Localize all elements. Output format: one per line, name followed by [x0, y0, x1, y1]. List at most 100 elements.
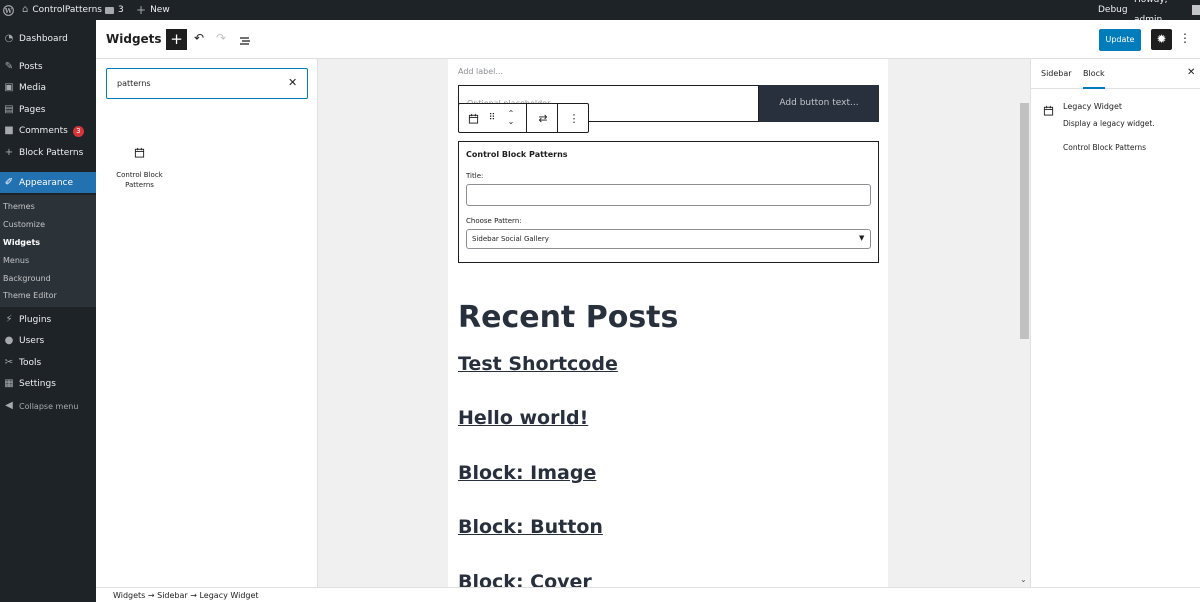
post-link[interactable]: Test Shortcode — [458, 353, 618, 375]
menu-label: Comments — [19, 126, 68, 136]
debug-link[interactable]: Debug — [1098, 0, 1128, 20]
transform-button[interactable]: ⇄ — [531, 104, 555, 132]
search-value: patterns — [117, 79, 151, 88]
redo-button[interactable]: ↷ — [216, 31, 226, 45]
plug-icon: ⚡ — [5, 314, 13, 325]
calendar-icon — [134, 147, 145, 158]
menu-label: Block Patterns — [19, 148, 84, 158]
menu-item-settings[interactable]: ▦ Settings — [0, 374, 96, 394]
tab-block[interactable]: Block — [1083, 59, 1105, 89]
menu-label: Dashboard — [19, 34, 68, 44]
block-breadcrumb-footer: Widgets → Sidebar → Legacy Widget — [96, 587, 1200, 602]
post-link[interactable]: Block: Cover — [458, 571, 592, 587]
widget-name: Control Block Patterns — [1063, 143, 1147, 152]
submenu-item-menus[interactable]: Menus — [3, 256, 29, 265]
wrench-icon: ✂ — [4, 357, 14, 368]
editor-header: Widgets + ↶ ↷ Update ✹ ⋮ — [96, 20, 1200, 59]
redo-icon: ↷ — [216, 31, 227, 45]
menu-item-posts[interactable]: ✎ Posts — [0, 57, 96, 77]
menu-item-block-patterns[interactable]: + Block Patterns — [0, 143, 96, 163]
site-name-link[interactable]: ⌂ ControlPatterns — [22, 0, 102, 20]
update-button[interactable]: Update — [1099, 29, 1141, 51]
submenu-item-theme-editor[interactable]: Theme Editor — [3, 291, 57, 300]
comments-link[interactable]: 3 — [105, 0, 124, 20]
list-view-button[interactable] — [239, 32, 251, 51]
clear-search-button[interactable]: ✕ — [288, 76, 297, 89]
media-icon: ▣ — [4, 82, 14, 93]
close-sidebar-button[interactable]: ✕ — [1187, 67, 1195, 78]
new-content-link[interactable]: + New — [136, 0, 170, 20]
menu-item-dashboard[interactable]: ◔ Dashboard — [0, 29, 96, 49]
submenu-item-themes[interactable]: Themes — [3, 202, 35, 211]
block-result-item[interactable]: Control Block Patterns — [106, 143, 173, 197]
collapse-menu-button[interactable]: ◀ Collapse menu — [0, 396, 96, 416]
menu-item-media[interactable]: ▣ Media — [0, 78, 96, 98]
undo-button[interactable]: ↶ — [194, 31, 204, 45]
comment-icon: ■ — [4, 125, 14, 136]
close-plus-icon: + — [170, 30, 183, 48]
avatar — [1191, 5, 1200, 15]
legacy-widget-block[interactable]: Control Block Patterns Title: Choose Pat… — [458, 141, 879, 263]
transform-icon: ⇄ — [538, 111, 548, 125]
comments-count: 3 — [118, 5, 124, 15]
menu-item-users[interactable]: ● Users — [0, 331, 96, 351]
scrollbar-thumb[interactable] — [1020, 103, 1029, 339]
options-menu-button[interactable]: ⋮ — [1179, 31, 1191, 45]
home-icon: ⌂ — [22, 4, 29, 15]
inserter-toggle-button[interactable]: + — [166, 29, 187, 50]
menu-label: Appearance — [19, 177, 74, 188]
calendar-icon — [1043, 105, 1054, 116]
menu-item-comments[interactable]: ■ Comments 3 — [0, 121, 96, 141]
admin-menu: ◔ Dashboard ✎ Posts ▣ Media ▤ Pages ■ Co… — [0, 20, 96, 602]
menu-item-tools[interactable]: ✂ Tools — [0, 353, 96, 373]
search-input[interactable]: patterns ✕ — [106, 68, 308, 99]
submenu-item-background[interactable]: Background — [3, 274, 51, 283]
breadcrumb[interactable]: Widgets → Sidebar → Legacy Widget — [113, 591, 259, 600]
dashboard-icon: ◔ — [4, 33, 14, 44]
menu-label: Posts — [19, 62, 43, 72]
user-icon: ● — [4, 335, 14, 346]
block-result-label: Control Block Patterns — [116, 171, 163, 189]
block-card-icon — [1043, 101, 1054, 120]
tab-sidebar[interactable]: Sidebar — [1041, 69, 1072, 78]
settings-icon: ▦ — [4, 378, 14, 389]
title-field[interactable] — [466, 184, 871, 206]
search-block-label[interactable]: Add label... — [458, 67, 503, 76]
menu-item-appearance[interactable]: ✐ Appearance — [0, 172, 96, 193]
more-options-button[interactable]: ⋮ — [563, 104, 585, 132]
settings-button[interactable]: ✹ — [1151, 29, 1172, 50]
pattern-field-label: Choose Pattern: — [466, 217, 522, 225]
move-buttons[interactable]: ⌃ ⌄ — [503, 104, 519, 132]
new-label: New — [150, 5, 170, 15]
plus-icon: + — [4, 147, 14, 158]
canvas-scrollbar[interactable]: ⌄ — [1018, 59, 1030, 587]
block-inserter-panel: patterns ✕ Control Block Patterns — [96, 59, 318, 587]
post-link[interactable]: Block: Image — [458, 462, 596, 484]
drag-handle[interactable]: ⠿ — [485, 104, 499, 132]
caret-down-icon: ▼ — [859, 234, 865, 242]
pushpin-icon: ✎ — [4, 61, 14, 72]
menu-label: Settings — [19, 379, 56, 389]
pattern-select[interactable]: Sidebar Social Gallery ▼ — [466, 229, 871, 249]
post-link[interactable]: Hello world! — [458, 407, 588, 429]
wordpress-logo-icon[interactable]: W — [3, 0, 14, 20]
submenu-item-widgets[interactable]: Widgets — [3, 238, 40, 247]
appearance-submenu: Themes Customize Widgets Menus Backgroun… — [0, 195, 96, 307]
gear-icon: ✹ — [1156, 32, 1167, 46]
widget-area: Add label... Optional placeholder... Add… — [448, 59, 888, 587]
recent-posts-heading: Recent Posts — [458, 300, 679, 335]
submenu-item-customize[interactable]: Customize — [3, 220, 45, 229]
drag-handle-icon: ⠿ — [488, 113, 496, 123]
block-toolbar: ⠿ ⌃ ⌄ ⇄ ⋮ — [458, 103, 589, 133]
chevron-down-icon[interactable]: ⌄ — [508, 118, 515, 126]
menu-item-plugins[interactable]: ⚡ Plugins — [0, 310, 96, 330]
comment-bubble-icon — [105, 6, 114, 14]
page-title: Widgets — [106, 32, 162, 46]
scroll-down-icon[interactable]: ⌄ — [1020, 575, 1027, 584]
menu-item-pages[interactable]: ▤ Pages — [0, 100, 96, 120]
post-link[interactable]: Block: Button — [458, 516, 603, 538]
block-type-button[interactable] — [465, 104, 481, 132]
search-block-button[interactable]: Add button text... — [759, 85, 879, 122]
account-link[interactable]: Howdy, admin — [1134, 0, 1200, 25]
menu-label: Plugins — [19, 315, 52, 325]
